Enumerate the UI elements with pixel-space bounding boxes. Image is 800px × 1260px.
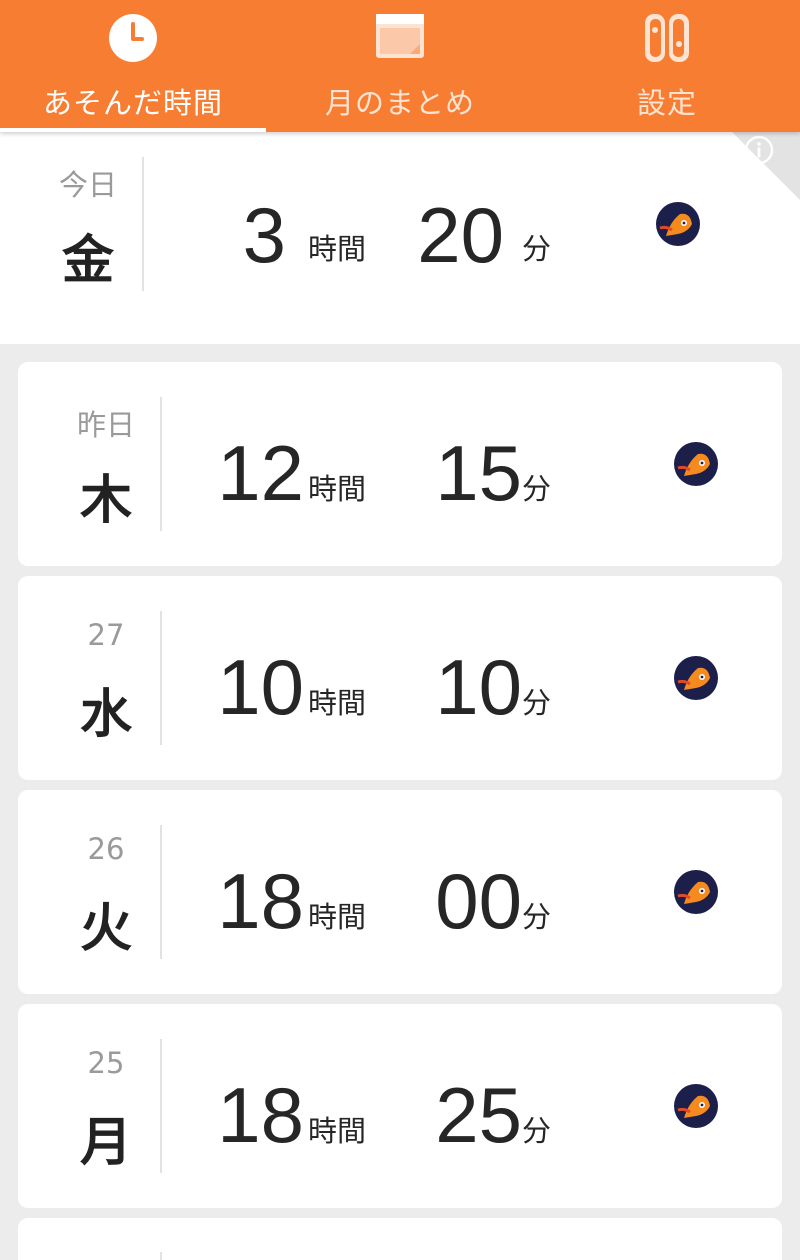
splatoon-squid-icon [674, 870, 718, 914]
divider [160, 1252, 162, 1260]
hours-value: 18 [217, 857, 304, 945]
clock-icon [107, 12, 159, 68]
switch-console-icon [641, 12, 693, 68]
hours-value: 12 [217, 429, 304, 517]
weekday-label: 月 [79, 1113, 132, 1173]
tab-play-time[interactable]: あそんだ時間 [0, 0, 266, 132]
divider [160, 825, 162, 959]
minutes-value: 25 [435, 1071, 522, 1159]
day-relative-label: 昨日 [76, 408, 135, 442]
day-card[interactable] [18, 1218, 782, 1260]
weekday-label: 木 [79, 471, 132, 531]
divider [160, 611, 162, 745]
day-date-label: 26 [87, 832, 125, 866]
tab-monthly-summary[interactable]: 月のまとめ [267, 0, 533, 132]
tab-label: 月のまとめ [324, 86, 475, 120]
day-card[interactable]: 27 水 10 時間 10 分 [18, 576, 782, 780]
hours-value: 3 [242, 191, 286, 279]
hours-unit: 時間 [308, 686, 367, 720]
divider [160, 397, 162, 531]
tab-label: あそんだ時間 [42, 86, 223, 120]
info-icon[interactable] [744, 135, 774, 169]
minutes-value: 20 [417, 191, 504, 279]
today-card[interactable]: 今日 金 3 時間 20 分 [0, 132, 800, 344]
day-date-label: 27 [87, 618, 125, 652]
minutes-unit: 分 [522, 472, 552, 506]
hours-value: 18 [217, 1071, 304, 1159]
minutes-value: 10 [435, 643, 522, 731]
tab-settings[interactable]: 設定 [534, 0, 800, 132]
hours-value: 10 [217, 643, 304, 731]
weekday-label: 火 [79, 899, 132, 959]
day-card[interactable]: 26 火 18 時間 00 分 [18, 790, 782, 994]
minutes-unit: 分 [522, 1114, 552, 1148]
day-card[interactable]: 昨日 木 12 時間 15 分 [18, 362, 782, 566]
hours-unit: 時間 [308, 900, 367, 934]
splatoon-squid-icon [674, 442, 718, 486]
minutes-unit: 分 [522, 232, 552, 266]
minutes-value: 00 [435, 857, 522, 945]
tab-label: 設定 [636, 86, 697, 120]
divider [160, 1039, 162, 1173]
active-tab-indicator [0, 128, 266, 132]
weekday-label: 水 [79, 685, 132, 745]
hours-unit: 時間 [308, 1114, 367, 1148]
day-relative-label: 今日 [58, 168, 117, 202]
divider [142, 157, 144, 291]
weekday-label: 金 [61, 231, 114, 291]
hours-unit: 時間 [308, 472, 367, 506]
minutes-unit: 分 [522, 686, 552, 720]
minutes-unit: 分 [522, 900, 552, 934]
hours-unit: 時間 [308, 232, 367, 266]
calendar-icon [374, 12, 426, 64]
splatoon-squid-icon [656, 202, 700, 246]
splatoon-squid-icon [674, 1084, 718, 1128]
splatoon-squid-icon [674, 656, 718, 700]
day-card[interactable]: 25 月 18 時間 25 分 [18, 1004, 782, 1208]
day-date-label: 25 [87, 1046, 125, 1080]
minutes-value: 15 [435, 429, 522, 517]
top-tab-bar: あそんだ時間 月のまとめ 設定 [0, 0, 800, 132]
